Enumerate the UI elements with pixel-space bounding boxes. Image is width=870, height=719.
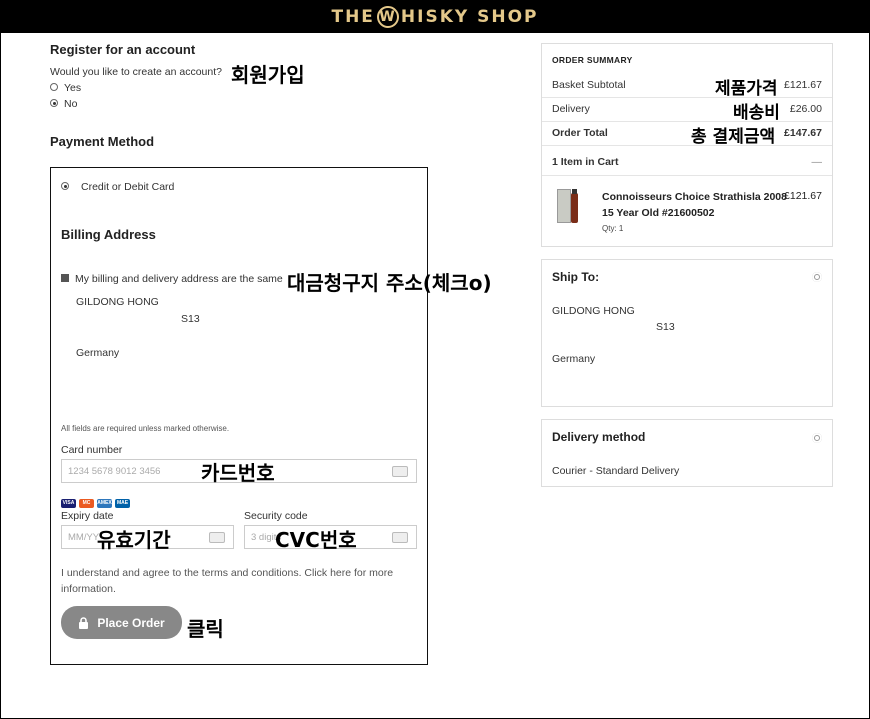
total-row: Order Total £147.67 [552, 127, 822, 139]
radio-no-icon[interactable] [50, 99, 58, 108]
billing-postcode: S13 [181, 313, 200, 325]
delivery-method-title: Delivery method [552, 430, 646, 444]
ship-country: Germany [552, 353, 596, 365]
card-back-icon [209, 532, 225, 543]
order-summary-title: ORDER SUMMARY [552, 55, 633, 65]
product-qty: Qty: 1 [602, 224, 624, 233]
product-price: £121.67 [784, 190, 822, 202]
checkbox-checked-icon[interactable] [61, 274, 69, 283]
maestro-icon: MAE [115, 499, 130, 508]
ship-to-title: Ship To: [552, 270, 600, 284]
cvc-card-icon [392, 532, 408, 543]
header-bar: THE W HISKY SHOP [1, 1, 869, 33]
expiry-label: Expiry date [61, 510, 114, 522]
register-question: Would you like to create an account? [50, 66, 222, 78]
payment-method-title: Payment Method [50, 134, 155, 149]
ship-postcode: S13 [656, 321, 675, 333]
card-brands: VISA MC AMEX MAE [61, 491, 133, 509]
same-address-checkbox[interactable]: My billing and delivery address are the … [61, 273, 283, 285]
mastercard-icon: MC [79, 499, 94, 508]
radio-yes[interactable]: Yes [50, 82, 81, 94]
annotation-cvc: CVC번호 [275, 528, 357, 552]
delivery-method-value: Courier - Standard Delivery [552, 465, 680, 477]
annotation-total: 총 결제금액 [691, 127, 776, 147]
payment-panel: Credit or Debit Card Billing Address My … [50, 167, 428, 665]
annotation-expiry: 유효기간 [97, 528, 171, 552]
ship-name: GILDONG HONG [552, 305, 635, 317]
subtotal-row: Basket Subtotal £121.67 [552, 79, 822, 91]
collapse-icon[interactable]: — [812, 156, 823, 168]
payment-option-card[interactable]: Credit or Debit Card [61, 181, 174, 193]
visa-icon: VISA [61, 499, 76, 508]
card-icon [392, 466, 408, 477]
ship-to-box: Ship To: GILDONG HONG S13 Germany [541, 259, 833, 407]
lock-icon [79, 616, 89, 629]
annotation-register: 회원가입 [231, 63, 305, 87]
radio-no[interactable]: No [50, 98, 77, 110]
delivery-gear-icon[interactable] [812, 433, 822, 443]
gear-icon[interactable] [812, 272, 822, 282]
billing-country: Germany [76, 347, 120, 359]
cart-items-toggle[interactable]: 1 Item in Cart — [552, 156, 822, 168]
required-note: All fields are required unless marked ot… [61, 424, 230, 433]
annotation-click: 클릭 [187, 617, 224, 641]
place-order-button[interactable]: Place Order [61, 606, 182, 639]
site-logo[interactable]: THE W HISKY SHOP [331, 6, 538, 28]
billing-name: GILDONG HONG [76, 296, 159, 308]
security-code-label: Security code [244, 510, 308, 522]
product-name[interactable]: Connoisseurs Choice Strathisla 2008 15 Y… [602, 189, 787, 221]
annotation-same-address: 대금청구지 주소(체크o) [287, 271, 492, 295]
radio-yes-icon[interactable] [50, 83, 58, 92]
card-radio-icon[interactable] [61, 182, 69, 191]
terms-text[interactable]: I understand and agree to the terms and … [61, 565, 421, 597]
delivery-row: Delivery £26.00 [552, 103, 822, 115]
annotation-delivery: 배송비 [733, 103, 780, 123]
order-summary: ORDER SUMMARY Basket Subtotal £121.67 Del… [541, 43, 833, 247]
billing-address-title: Billing Address [61, 227, 156, 242]
delivery-method-box: Delivery method Courier - Standard Deliv… [541, 419, 833, 487]
annotation-card-number: 카드번호 [201, 461, 275, 485]
register-title: Register for an account [50, 42, 196, 57]
annotation-subtotal: 제품가격 [715, 79, 778, 99]
amex-icon: AMEX [97, 499, 112, 508]
product-thumbnail[interactable] [556, 187, 582, 225]
card-number-label: Card number [61, 444, 123, 456]
